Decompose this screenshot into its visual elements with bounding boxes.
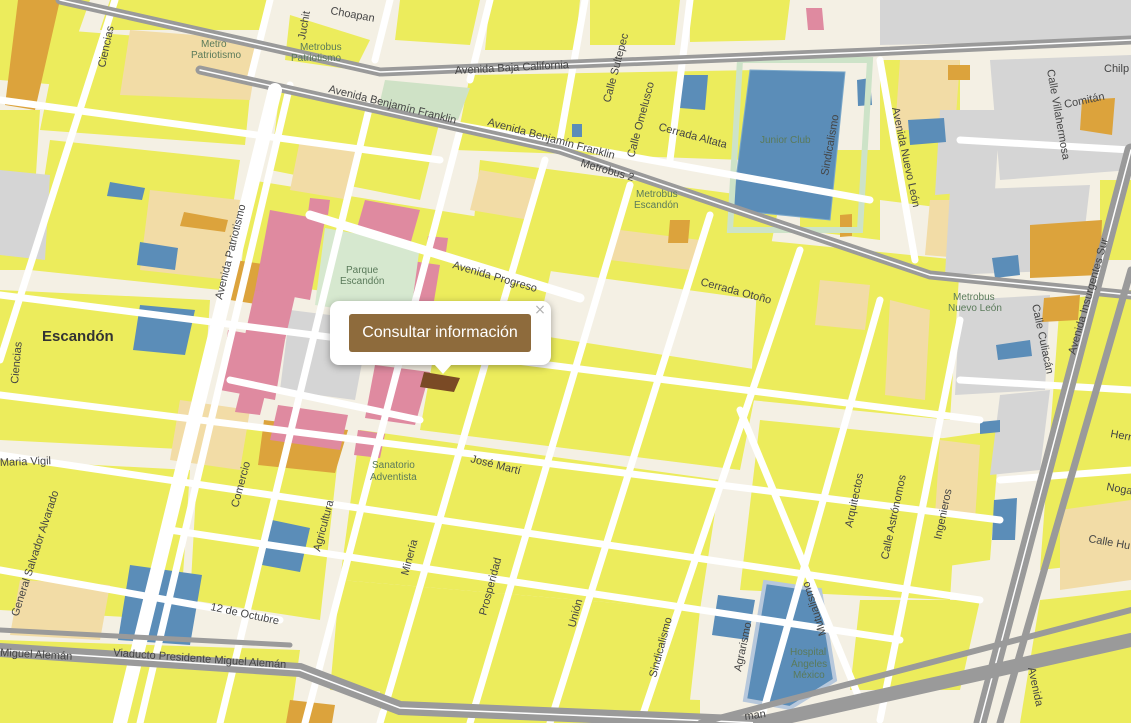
consultar-informacion-button[interactable]: Consultar información xyxy=(349,314,531,352)
road-label-maria-vigil: Maria Vigil xyxy=(0,455,51,469)
transit-label-metrobus-nl-2: Nuevo León xyxy=(948,303,1002,314)
info-popup: × Consultar información xyxy=(330,301,551,374)
poi-label-mexico: México xyxy=(793,670,825,681)
transit-label-metrobus-patriotismo: Patriotismo xyxy=(291,53,341,64)
transit-label-metrobus-escandon-1: Metrobus xyxy=(636,189,678,200)
poi-label-angeles: Ángeles xyxy=(791,657,827,670)
transit-label-metro: Metro xyxy=(201,39,227,50)
road-label-chilp: Chilp xyxy=(1104,63,1129,75)
transit-label-metrobus: Metrobus xyxy=(300,42,342,53)
poi-label-junior-club: Junior Club xyxy=(760,135,811,146)
poi-label-adventista: Adventista xyxy=(370,472,417,483)
popup-close-icon[interactable]: × xyxy=(533,302,547,318)
poi-label-parque: Parque xyxy=(346,265,379,276)
poi-label-sanatorio: Sanatorio xyxy=(372,460,415,471)
place-label-escandon: Escandón xyxy=(42,328,114,345)
map-canvas[interactable]: Escandón Junior Club Parque Escandón San… xyxy=(0,0,1131,723)
poi-label-escandon-park: Escandón xyxy=(340,276,384,287)
transit-label-metrobus-nl-1: Metrobus xyxy=(953,292,995,303)
poi-label-hospital: Hospital xyxy=(790,647,826,658)
transit-label-metrobus-escandon-2: Escandón xyxy=(634,200,678,211)
transit-label-metro-patriotismo: Patriotismo xyxy=(191,50,241,61)
